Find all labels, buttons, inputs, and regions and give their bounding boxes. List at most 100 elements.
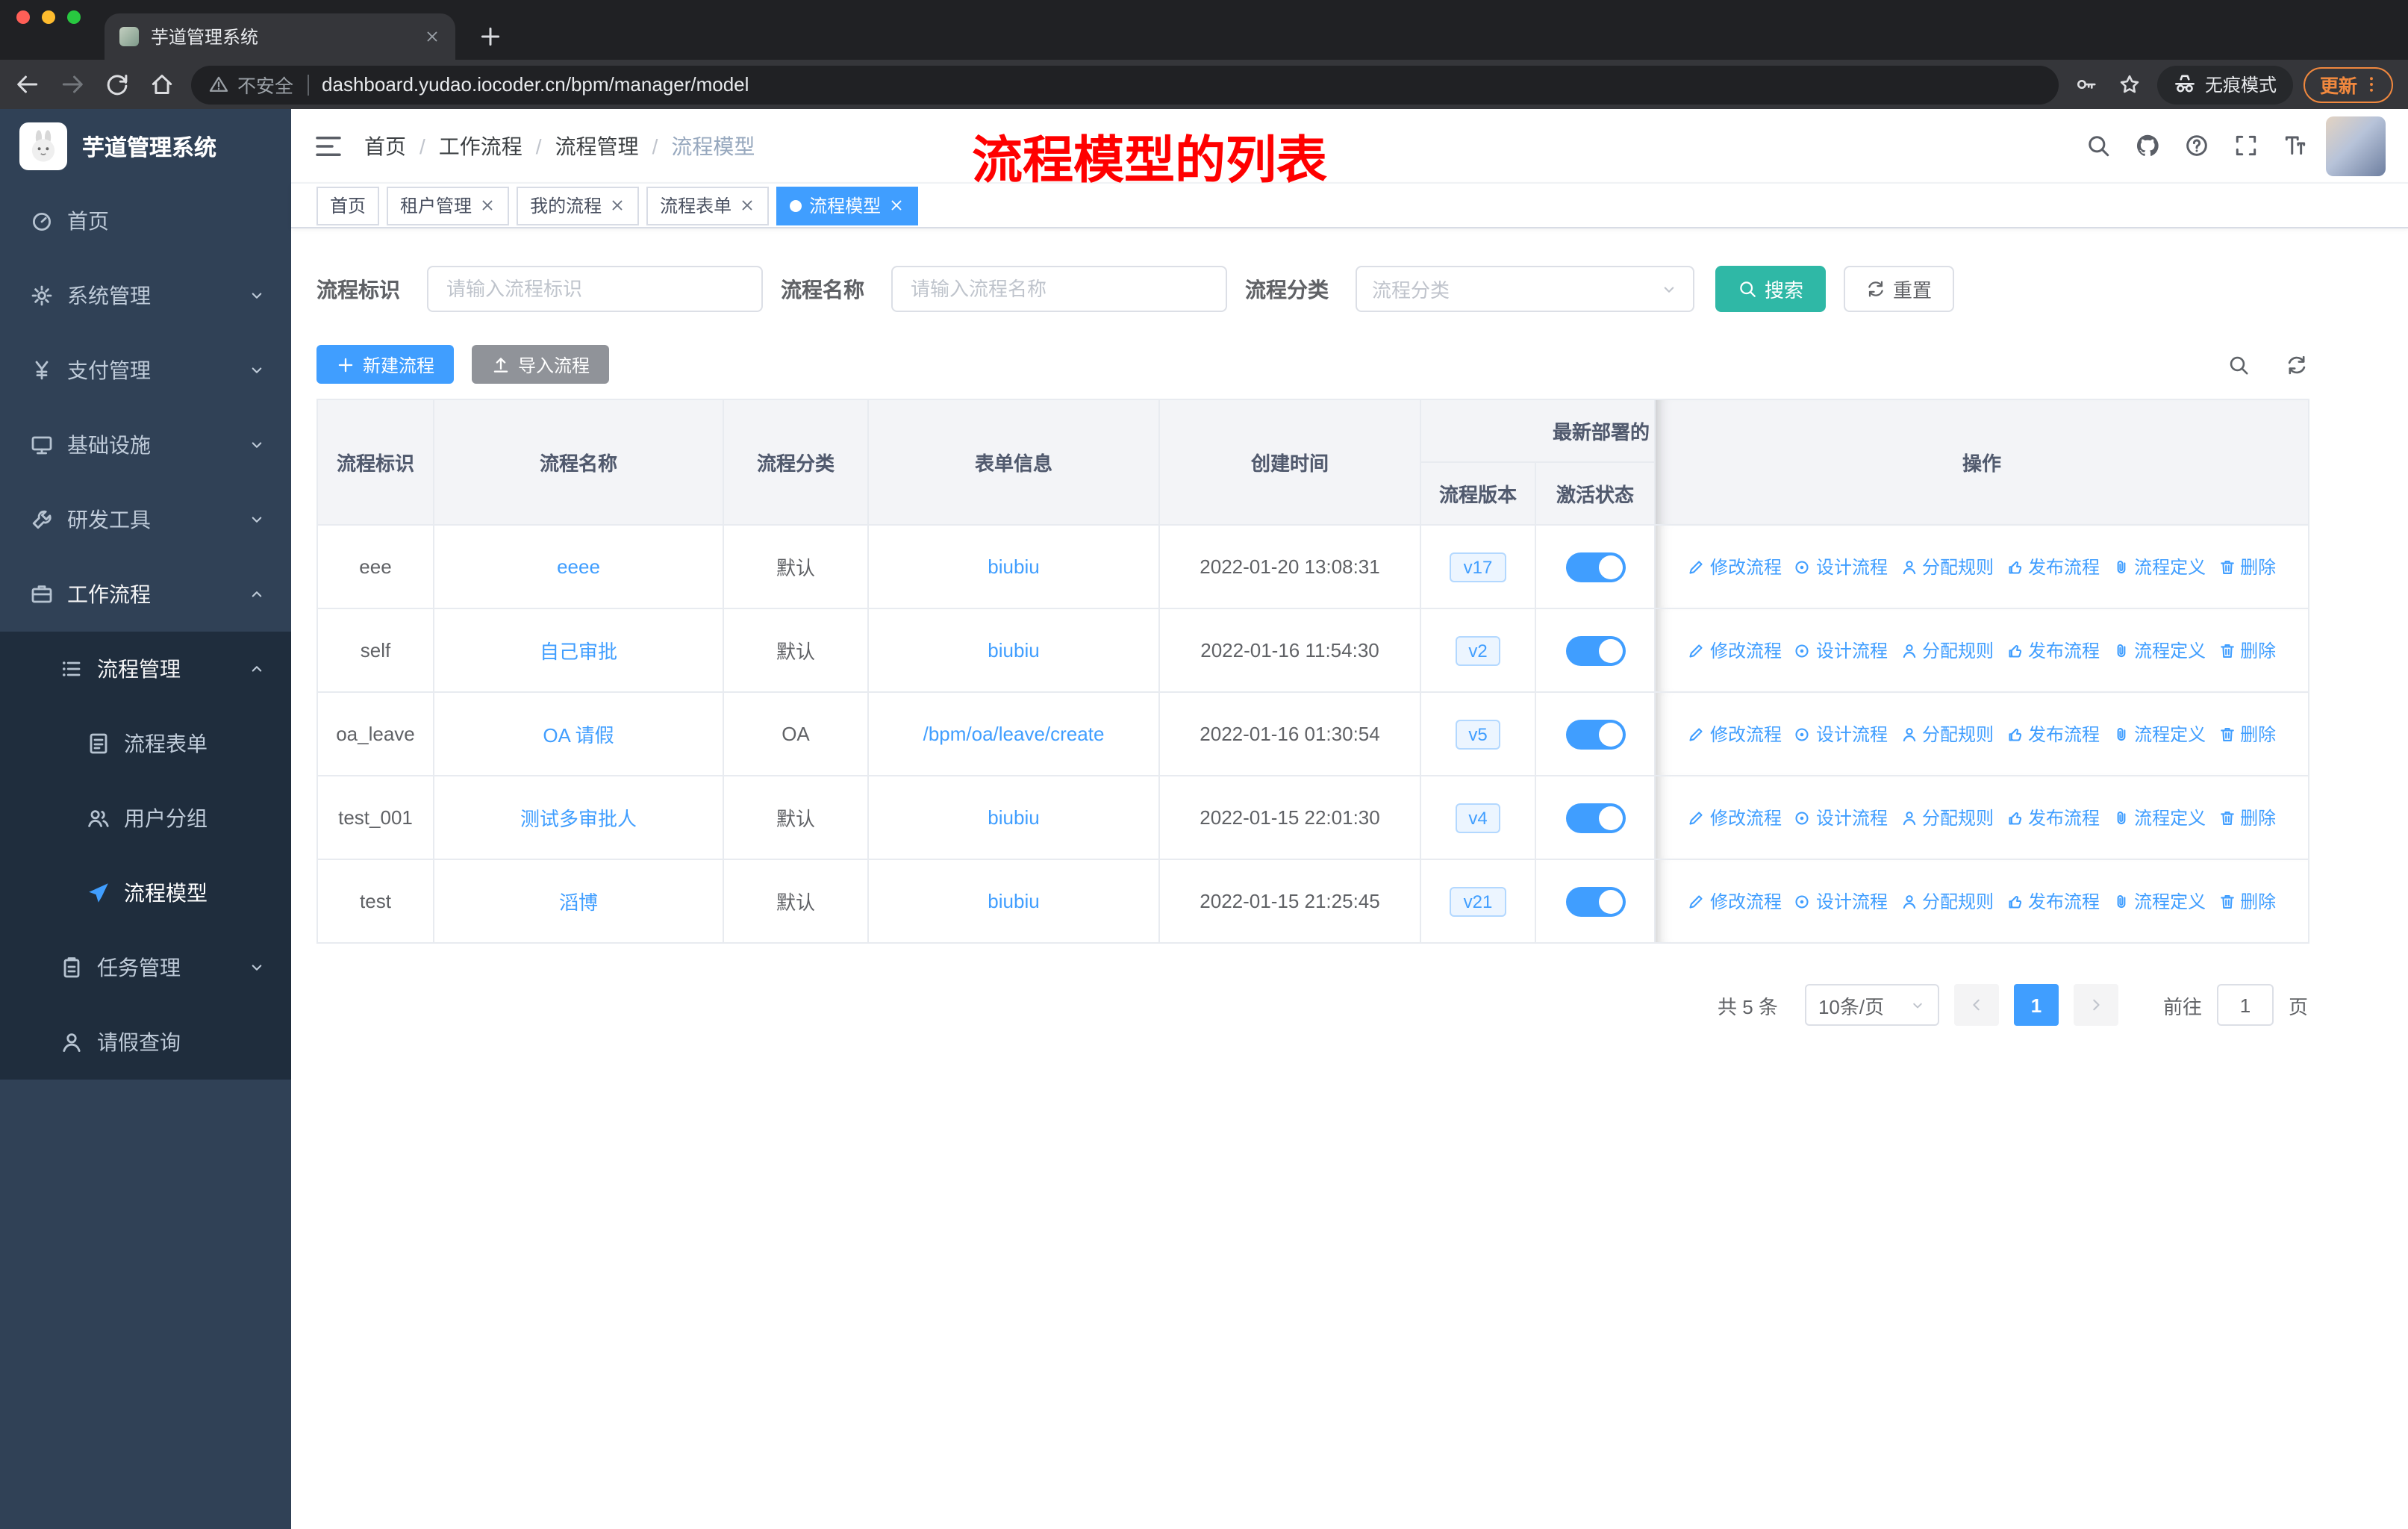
sidebar-item-process-model[interactable]: 流程模型	[0, 856, 291, 930]
row-action-assign-rule[interactable]: 分配规则	[1900, 805, 1994, 830]
active-toggle[interactable]	[1565, 886, 1625, 916]
tag-close-icon[interactable]	[739, 197, 755, 214]
menu-fold-icon[interactable]	[314, 131, 343, 161]
update-button[interactable]: 更新	[2303, 66, 2393, 102]
home-icon[interactable]	[149, 72, 175, 97]
sidebar-item-workflow[interactable]: 工作流程	[0, 557, 291, 632]
row-action-assign-rule[interactable]: 分配规则	[1900, 888, 1994, 914]
tag-view-item[interactable]: 流程表单	[646, 186, 770, 225]
github-icon[interactable]	[2135, 133, 2160, 158]
row-action-modify-process[interactable]: 修改流程	[1688, 554, 1782, 579]
active-toggle[interactable]	[1565, 803, 1625, 832]
sidebar-item-task-management[interactable]: 任务管理	[0, 930, 291, 1005]
back-icon[interactable]	[15, 72, 40, 97]
row-action-modify-process[interactable]: 修改流程	[1688, 805, 1782, 830]
breadcrumb-item[interactable]: 首页	[364, 131, 406, 161]
question-icon[interactable]	[2184, 133, 2209, 158]
sidebar-item-process-management[interactable]: 流程管理	[0, 632, 291, 706]
version-badge[interactable]: v5	[1455, 719, 1501, 749]
category-select[interactable]: 流程分类	[1356, 266, 1694, 312]
sidebar-item-infrastructure[interactable]: 基础设施	[0, 408, 291, 482]
process-id-input[interactable]	[427, 266, 763, 312]
process-name-link[interactable]: 滔博	[559, 891, 598, 914]
row-action-assign-rule[interactable]: 分配规则	[1900, 554, 1994, 579]
form-info-link[interactable]: biubiu	[988, 555, 1039, 578]
row-action-assign-rule[interactable]: 分配规则	[1900, 721, 1994, 747]
tag-view-item[interactable]: 首页	[316, 186, 380, 225]
process-name-link[interactable]: eeee	[557, 555, 600, 578]
create-process-button[interactable]: 新建流程	[316, 345, 455, 384]
search-button[interactable]: 搜索	[1715, 266, 1827, 312]
form-info-link[interactable]: /bpm/oa/leave/create	[923, 723, 1105, 745]
tag-close-icon[interactable]	[479, 197, 496, 214]
process-name-link[interactable]: OA 请假	[543, 724, 614, 747]
window-minimize-button[interactable]	[42, 10, 55, 24]
key-icon[interactable]	[2075, 73, 2097, 96]
tag-close-icon[interactable]	[888, 197, 905, 214]
row-action-modify-process[interactable]: 修改流程	[1688, 888, 1782, 914]
row-action-process-definition[interactable]: 流程定义	[2112, 888, 2206, 914]
fullscreen-icon[interactable]	[2233, 133, 2259, 158]
row-action-publish-process[interactable]: 发布流程	[2006, 721, 2100, 747]
form-info-link[interactable]: biubiu	[988, 890, 1039, 912]
form-info-link[interactable]: biubiu	[988, 806, 1039, 829]
breadcrumb-item[interactable]: 流程管理	[555, 131, 639, 161]
tag-close-icon[interactable]	[609, 197, 626, 214]
row-action-process-definition[interactable]: 流程定义	[2112, 805, 2206, 830]
row-action-design-process[interactable]: 设计流程	[1794, 554, 1888, 579]
page-size-select[interactable]: 10条/页	[1804, 984, 1939, 1026]
current-page-button[interactable]: 1	[2013, 984, 2059, 1026]
row-action-design-process[interactable]: 设计流程	[1794, 721, 1888, 747]
breadcrumb-item[interactable]: 工作流程	[439, 131, 523, 161]
version-badge[interactable]: v17	[1450, 552, 1506, 582]
process-name-link[interactable]: 自己审批	[540, 641, 617, 663]
form-info-link[interactable]: biubiu	[988, 639, 1039, 661]
search-icon[interactable]	[2086, 133, 2111, 158]
sidebar-item-process-form[interactable]: 流程表单	[0, 706, 291, 781]
goto-page-input[interactable]	[2216, 984, 2274, 1026]
url-bar[interactable]: 不安全 dashboard.yudao.iocoder.cn/bpm/manag…	[191, 65, 2059, 104]
search-icon[interactable]	[2227, 353, 2250, 376]
forward-icon[interactable]	[60, 72, 85, 97]
tag-view-item[interactable]: 我的流程	[517, 186, 640, 225]
version-badge[interactable]: v4	[1455, 803, 1501, 832]
tag-view-item[interactable]: 租户管理	[387, 186, 510, 225]
active-toggle[interactable]	[1565, 552, 1625, 582]
process-name-input[interactable]	[891, 266, 1227, 312]
row-action-delete[interactable]: 删除	[2218, 721, 2276, 747]
active-toggle[interactable]	[1565, 635, 1625, 665]
new-tab-button[interactable]	[478, 24, 503, 49]
version-badge[interactable]: v2	[1455, 635, 1501, 665]
process-name-link[interactable]: 测试多审批人	[520, 808, 637, 830]
row-action-modify-process[interactable]: 修改流程	[1688, 721, 1782, 747]
window-close-button[interactable]	[16, 10, 30, 24]
browser-tab[interactable]: 芋道管理系统	[105, 13, 455, 60]
version-badge[interactable]: v21	[1450, 886, 1506, 916]
row-action-design-process[interactable]: 设计流程	[1794, 888, 1888, 914]
row-action-assign-rule[interactable]: 分配规则	[1900, 638, 1994, 663]
sidebar-item-dev-tools[interactable]: 研发工具	[0, 482, 291, 557]
row-action-design-process[interactable]: 设计流程	[1794, 805, 1888, 830]
prev-page-button[interactable]	[1953, 984, 1999, 1026]
row-action-process-definition[interactable]: 流程定义	[2112, 721, 2206, 747]
sidebar-item-payment-management[interactable]: 支付管理	[0, 333, 291, 408]
row-action-delete[interactable]: 删除	[2218, 888, 2276, 914]
import-process-button[interactable]: 导入流程	[472, 345, 610, 384]
row-action-process-definition[interactable]: 流程定义	[2112, 638, 2206, 663]
row-action-delete[interactable]: 删除	[2218, 554, 2276, 579]
row-action-design-process[interactable]: 设计流程	[1794, 638, 1888, 663]
row-action-delete[interactable]: 删除	[2218, 638, 2276, 663]
reload-icon[interactable]	[105, 72, 130, 97]
row-action-modify-process[interactable]: 修改流程	[1688, 638, 1782, 663]
row-action-delete[interactable]: 删除	[2218, 805, 2276, 830]
fontsize-icon[interactable]	[2283, 133, 2308, 158]
row-action-publish-process[interactable]: 发布流程	[2006, 554, 2100, 579]
row-action-publish-process[interactable]: 发布流程	[2006, 888, 2100, 914]
window-zoom-button[interactable]	[67, 10, 81, 24]
reset-button[interactable]: 重置	[1844, 266, 1955, 312]
sidebar-item-system-management[interactable]: 系统管理	[0, 258, 291, 333]
next-page-button[interactable]	[2073, 984, 2118, 1026]
user-avatar[interactable]	[2326, 116, 2386, 175]
sidebar-item-leave-query[interactable]: 请假查询	[0, 1005, 291, 1080]
sidebar-item-home[interactable]: 首页	[0, 184, 291, 258]
